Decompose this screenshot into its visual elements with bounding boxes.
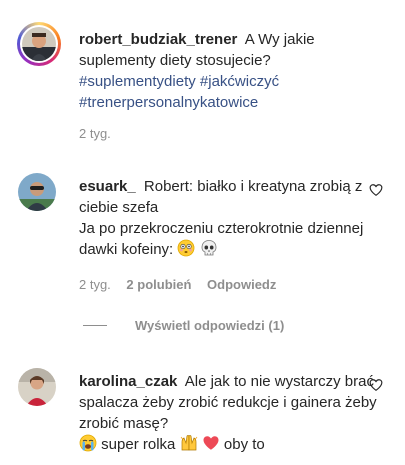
comment-meta: 2 tyg.: [79, 126, 123, 141]
hashtag-link[interactable]: #trenerpersonalnykatowice: [79, 94, 258, 111]
comment-text: robert_budziak_trener A Wy jakie supleme…: [79, 29, 385, 113]
heart-outline-icon[interactable]: [369, 183, 383, 197]
comment-body: Ja po przekroczeniu czterokrotnie dzienn…: [79, 220, 364, 258]
comment-username[interactable]: robert_budziak_trener: [79, 31, 237, 48]
comment-meta: 2 tyg. 2 polubień Odpowiedz: [79, 277, 288, 292]
raising-hands-emoji: [180, 434, 198, 458]
view-replies-label[interactable]: Wyświetl odpowiedzi (1): [135, 318, 284, 333]
comment-time: 2 tyg.: [79, 277, 111, 292]
comment-body: super rolka: [101, 436, 176, 453]
heart-outline-icon[interactable]: [369, 378, 383, 392]
avatar-esuark[interactable]: [18, 173, 56, 211]
comment-body: oby to: [223, 436, 265, 453]
likes-count[interactable]: 2 polubień: [126, 277, 191, 292]
avatar-story-ring[interactable]: [17, 22, 61, 66]
comment-username[interactable]: karolina_czak: [79, 373, 177, 390]
divider: [83, 325, 107, 326]
red-heart-emoji: [202, 434, 220, 458]
hashtag-link[interactable]: #suplementydiety: [79, 73, 196, 90]
skull-emoji: [200, 239, 218, 263]
comment-text: karolina_czak Ale jak to nie wystarczy b…: [79, 371, 385, 458]
loudly-crying-face-emoji: [79, 434, 97, 458]
flushed-face-emoji: [177, 239, 195, 263]
hashtag-link[interactable]: #jakćwiczyć: [200, 73, 279, 90]
view-replies-button[interactable]: Wyświetl odpowiedzi (1): [83, 318, 284, 333]
comment-username[interactable]: esuark_: [79, 178, 136, 195]
comment-time: 2 tyg.: [79, 126, 111, 141]
reply-button[interactable]: Odpowiedz: [207, 277, 276, 292]
comment-text: esuark_ Robert: białko i kreatyna zrobią…: [79, 176, 385, 263]
avatar-karolina[interactable]: [18, 368, 56, 406]
avatar-robert: [22, 27, 56, 61]
